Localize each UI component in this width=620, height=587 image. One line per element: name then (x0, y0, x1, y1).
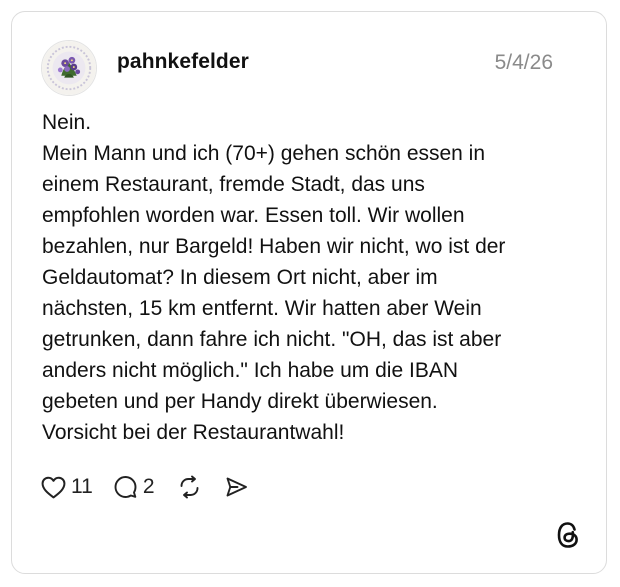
username[interactable]: pahnkefelder (117, 50, 249, 74)
post-text-line: Vorsicht bei der Restaurantwahl! (42, 421, 345, 444)
repost-button[interactable] (177, 475, 202, 499)
like-button[interactable]: 11 (41, 475, 93, 499)
post-text-line: gebeten und per Handy direkt überwiesen. (42, 390, 438, 413)
post-text-line: Geldautomat? In diesem Ort nicht, aber i… (42, 266, 438, 289)
repost-icon (180, 475, 198, 499)
post-date: 5/4/26 (494, 51, 553, 74)
post-text-line: getrunken, dann fahre ich nicht. "OH, da… (42, 328, 502, 351)
threads-logo-icon[interactable] (555, 520, 581, 550)
heart-icon (41, 476, 66, 498)
reply-button[interactable]: 2 (113, 475, 155, 499)
post-text-line: einem Restaurant, fremde Stadt, das uns (42, 173, 425, 196)
speech-bubble-icon (114, 476, 137, 498)
post-text-line: nächsten, 15 km entfernt. Wir hatten abe… (42, 297, 482, 320)
share-button[interactable] (224, 475, 249, 499)
post-text-line: bezahlen, nur Bargeld! Haben wir nicht, … (42, 235, 506, 258)
post-text-line: empfohlen worden war. Essen toll. Wir wo… (42, 204, 465, 227)
avatar-flower-image (42, 41, 96, 95)
post-text: Nein. Mein Mann und ich (70+) gehen schö… (42, 107, 582, 448)
post-card: pahnkefelder 5/4/26 Nein. Mein Mann und … (11, 11, 607, 574)
post-text-line: anders nicht möglich." Ich habe um die I… (42, 359, 459, 382)
send-icon (226, 477, 247, 497)
like-count: 11 (71, 475, 93, 498)
action-bar: 11 2 (41, 472, 249, 502)
reply-count: 2 (142, 475, 155, 498)
post-text-line: Mein Mann und ich (70+) gehen schön esse… (42, 142, 486, 165)
post-text-line: Nein. (42, 111, 92, 134)
avatar[interactable] (41, 40, 97, 96)
